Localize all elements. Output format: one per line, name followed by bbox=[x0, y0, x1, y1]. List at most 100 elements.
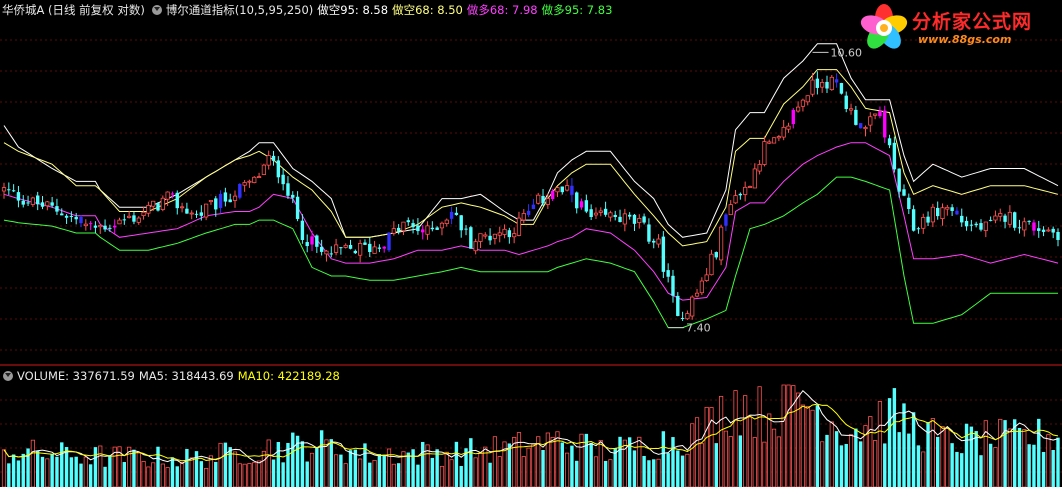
dropdown-icon[interactable] bbox=[151, 5, 162, 15]
logo-url: www.88gs.com bbox=[918, 33, 1012, 46]
volume-bar bbox=[35, 450, 40, 487]
candle-body bbox=[242, 182, 247, 186]
candle-body bbox=[421, 229, 425, 233]
candle-body bbox=[671, 275, 675, 296]
candle-body bbox=[983, 221, 988, 231]
candle-body bbox=[16, 192, 21, 201]
volume-bar bbox=[469, 438, 473, 487]
volume-bar bbox=[79, 463, 83, 487]
volume-bar bbox=[93, 447, 98, 487]
volume-bar bbox=[1056, 437, 1060, 487]
volume-bar bbox=[411, 449, 415, 487]
candle-body bbox=[1022, 221, 1027, 231]
volume-bar bbox=[738, 435, 743, 487]
volume-bar bbox=[343, 463, 348, 487]
candle-body bbox=[873, 113, 878, 116]
volume-bar bbox=[550, 436, 555, 487]
volume-bar bbox=[575, 460, 579, 487]
candle-body bbox=[189, 212, 194, 215]
candle-body bbox=[358, 243, 363, 256]
candle-body bbox=[363, 242, 367, 245]
candle-body bbox=[545, 198, 550, 205]
volume-bar bbox=[945, 428, 950, 487]
volume-panel-header: VOLUME: 337671.59 MA5: 318443.69 MA10: 4… bbox=[0, 367, 344, 385]
candle-body bbox=[497, 232, 502, 236]
candle-body bbox=[449, 211, 454, 219]
ma5-label: MA5: 318443.69 bbox=[138, 369, 234, 383]
candle-body bbox=[214, 198, 218, 210]
candle-body bbox=[564, 185, 570, 191]
volume-bar bbox=[396, 463, 401, 487]
volume-bar bbox=[603, 460, 608, 487]
candle-body bbox=[396, 227, 401, 231]
duo68-label: 做多68: 7.98 bbox=[466, 3, 538, 17]
volume-bar bbox=[199, 461, 204, 487]
candle-body bbox=[377, 247, 382, 249]
candle-body bbox=[483, 234, 488, 237]
price-panel-header: 华侨城A (日线 前复权 对数) 博尔通道指标(10,5,95,250) 做空9… bbox=[0, 1, 616, 19]
volume-bar bbox=[907, 433, 911, 487]
volume-bar bbox=[194, 451, 199, 487]
candle-body bbox=[579, 201, 584, 208]
volume-bar bbox=[810, 409, 815, 487]
volume-bar bbox=[771, 428, 777, 487]
volume-bar bbox=[421, 441, 425, 487]
volume-bar bbox=[916, 445, 921, 487]
volume-bar bbox=[690, 423, 695, 487]
volume-bar bbox=[50, 454, 54, 487]
candle-body bbox=[589, 209, 593, 217]
volume-bar bbox=[723, 430, 729, 487]
volume-bar bbox=[315, 447, 319, 487]
volume-bar bbox=[449, 459, 454, 487]
candle-body bbox=[747, 186, 753, 188]
candle-body bbox=[208, 200, 214, 203]
candle-body bbox=[531, 204, 536, 210]
volume-bar bbox=[743, 395, 748, 487]
candle-body bbox=[979, 223, 983, 230]
candle-body bbox=[955, 210, 959, 215]
volume-bar bbox=[950, 443, 954, 487]
candle-body bbox=[786, 125, 791, 130]
candlesticks bbox=[1, 71, 1060, 322]
volume-bar bbox=[680, 455, 685, 487]
volume-bar bbox=[589, 442, 593, 487]
volume-bar bbox=[232, 451, 238, 487]
candle-body bbox=[170, 193, 175, 195]
candle-body bbox=[598, 210, 603, 213]
kong95-label: 做空95: 8.58 bbox=[317, 3, 389, 17]
volume-bar bbox=[642, 455, 646, 487]
candle-body bbox=[199, 212, 204, 216]
site-logo[interactable]: 分析家公式网 www.88gs.com bbox=[858, 2, 1054, 54]
candle-body bbox=[353, 250, 358, 254]
volume-bar bbox=[435, 449, 439, 487]
volume-bar bbox=[30, 439, 35, 487]
volume-bar bbox=[1032, 444, 1036, 487]
volume-bar bbox=[685, 453, 690, 487]
volume-bar bbox=[372, 459, 377, 487]
candle-body bbox=[618, 216, 622, 223]
volume-bar bbox=[242, 463, 247, 487]
candle-body bbox=[752, 168, 757, 189]
volume-bar bbox=[733, 390, 738, 487]
volume-bar bbox=[69, 457, 74, 487]
candle-body bbox=[310, 236, 314, 245]
volume-bar bbox=[719, 395, 724, 487]
volume-bar bbox=[478, 452, 483, 487]
volume-bar bbox=[291, 432, 295, 487]
volume-bar bbox=[204, 467, 209, 487]
volume-bar bbox=[74, 456, 78, 487]
candle-body bbox=[960, 215, 964, 223]
candle-body bbox=[656, 238, 661, 245]
volume-bar bbox=[208, 455, 214, 487]
volume-bar bbox=[439, 465, 445, 487]
candle-body bbox=[863, 127, 868, 130]
volume-bar bbox=[1051, 449, 1055, 487]
volume-bar bbox=[473, 457, 478, 487]
dropdown-icon[interactable] bbox=[3, 371, 13, 381]
candle-body bbox=[141, 211, 146, 217]
volume-bar bbox=[815, 405, 820, 487]
volume-bar bbox=[146, 466, 151, 487]
candle-body bbox=[372, 246, 377, 254]
candle-body bbox=[820, 81, 825, 88]
candle-body bbox=[988, 219, 993, 221]
